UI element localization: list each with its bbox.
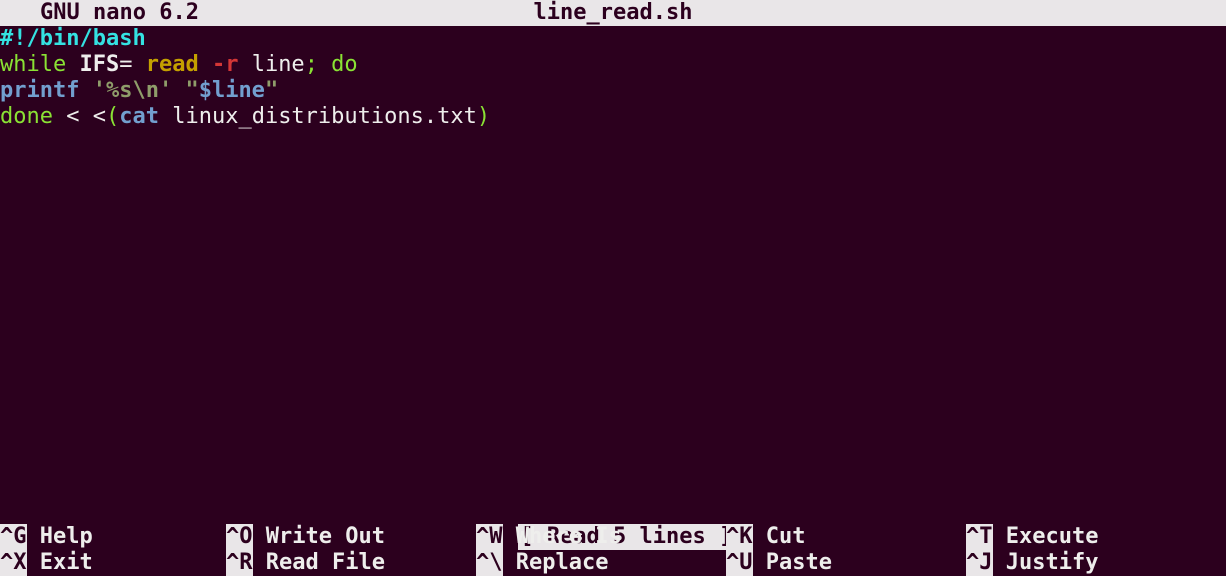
editor-area[interactable]: #!/bin/bash while IFS= read -r line; do … — [0, 26, 1226, 130]
shortcut-label: Where Is — [503, 524, 622, 550]
shortcut-key: ^G — [0, 524, 27, 550]
shortcut-key: ^W — [476, 524, 503, 550]
shortcut-key: ^O — [226, 524, 253, 550]
filename: line_read.sh — [0, 0, 1226, 26]
paren-open: ( — [106, 104, 119, 129]
var-line: $line — [199, 78, 265, 103]
shortcut-writeout[interactable]: ^O Write Out — [226, 524, 476, 550]
keyword-done: done — [0, 104, 66, 129]
shortcut-key: ^R — [226, 550, 253, 576]
string-fmt: '%s\n' — [79, 78, 172, 103]
shortcut-key: ^\ — [476, 550, 503, 576]
shortcut-help[interactable]: ^G Help — [0, 524, 226, 550]
shortcut-paste[interactable]: ^U Paste — [726, 550, 966, 576]
shebang: #!/bin/bash — [0, 26, 146, 51]
space — [79, 104, 92, 129]
var-ifs: IFS — [66, 52, 119, 77]
shortcut-label: Exit — [27, 550, 93, 576]
cmd-cat: cat — [119, 104, 159, 129]
shortcut-row: ^X Exit ^R Read File ^\ Replace ^U Paste… — [0, 550, 1226, 576]
status-bar: [ Read 5 lines ] — [0, 498, 1226, 524]
shortcut-execute[interactable]: ^T Execute — [966, 524, 1226, 550]
shortcut-label: Execute — [993, 524, 1099, 550]
op-redirect: < — [66, 104, 79, 129]
shortcut-readfile[interactable]: ^R Read File — [226, 550, 476, 576]
keyword-while: while — [0, 52, 66, 77]
shortcut-key: ^X — [0, 550, 27, 576]
shortcut-label: Read File — [253, 550, 385, 576]
shortcut-key: ^K — [726, 524, 753, 550]
shortcut-key: ^T — [966, 524, 993, 550]
shortcut-key: ^U — [726, 550, 753, 576]
op-eq: = — [119, 52, 132, 77]
shortcut-exit[interactable]: ^X Exit — [0, 550, 226, 576]
shortcut-key: ^J — [966, 550, 993, 576]
shortcut-label: Cut — [753, 524, 806, 550]
shortcut-label: Write Out — [253, 524, 385, 550]
arg-file: linux_distributions.txt — [159, 104, 477, 129]
code-line: #!/bin/bash — [0, 26, 1226, 52]
shortcut-replace[interactable]: ^\ Replace — [476, 550, 726, 576]
cmd-read: read — [132, 52, 198, 77]
op-redirect: < — [93, 104, 106, 129]
quote: " — [265, 78, 278, 103]
code-line: done < <(cat linux_distributions.txt) — [0, 104, 1226, 130]
space — [172, 78, 185, 103]
code-line: while IFS= read -r line; do — [0, 52, 1226, 78]
titlebar: GNU nano 6.2 line_read.sh — [0, 0, 1226, 26]
cmd-printf: printf — [0, 78, 79, 103]
quote: " — [185, 78, 198, 103]
flag-r: -r — [199, 52, 239, 77]
code-line: printf '%s\n' "$line" — [0, 78, 1226, 104]
shortcut-bar: ^G Help ^O Write Out ^W Where Is ^K Cut … — [0, 524, 1226, 576]
arg-line: line — [238, 52, 304, 77]
shortcut-cut[interactable]: ^K Cut — [726, 524, 966, 550]
keyword-do: do — [318, 52, 358, 77]
semicolon: ; — [305, 52, 318, 77]
shortcut-label: Justify — [993, 550, 1099, 576]
shortcut-label: Replace — [503, 550, 609, 576]
shortcut-row: ^G Help ^O Write Out ^W Where Is ^K Cut … — [0, 524, 1226, 550]
shortcut-justify[interactable]: ^J Justify — [966, 550, 1226, 576]
paren-close: ) — [477, 104, 490, 129]
shortcut-label: Paste — [753, 550, 832, 576]
shortcut-whereis[interactable]: ^W Where Is — [476, 524, 726, 550]
shortcut-label: Help — [27, 524, 93, 550]
